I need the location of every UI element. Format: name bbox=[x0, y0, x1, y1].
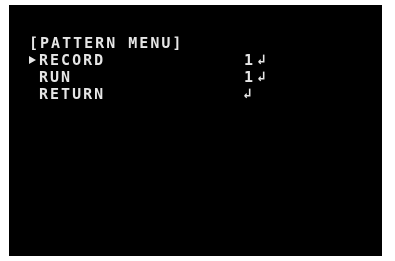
enter-icon: ↲ bbox=[243, 86, 252, 102]
menu-item-record[interactable]: RECORD 1 ↲ bbox=[29, 52, 265, 69]
menu-item-record-label: RECORD bbox=[39, 51, 106, 69]
menu-item-record-value: 1 bbox=[244, 51, 256, 69]
osd-screen: [PATTERN MENU] RECORD 1 ↲ RUN 1 ↲ RETURN… bbox=[9, 5, 382, 256]
menu-title-line: [PATTERN MENU] bbox=[29, 35, 181, 52]
selection-cursor-icon bbox=[29, 56, 36, 64]
enter-icon: ↲ bbox=[257, 69, 266, 85]
menu-item-run[interactable]: RUN 1 ↲ bbox=[29, 68, 265, 86]
menu-item-return-label: RETURN bbox=[39, 85, 106, 103]
menu-item-return[interactable]: RETURN ↲ bbox=[29, 86, 251, 103]
menu-title: [PATTERN MENU] bbox=[29, 34, 184, 52]
menu-item-run-label: RUN bbox=[39, 68, 73, 86]
osd-menu: [PATTERN MENU] RECORD 1 ↲ RUN 1 ↲ RETURN… bbox=[29, 35, 265, 103]
enter-icon: ↲ bbox=[257, 52, 266, 68]
menu-item-run-value: 1 bbox=[244, 68, 256, 86]
